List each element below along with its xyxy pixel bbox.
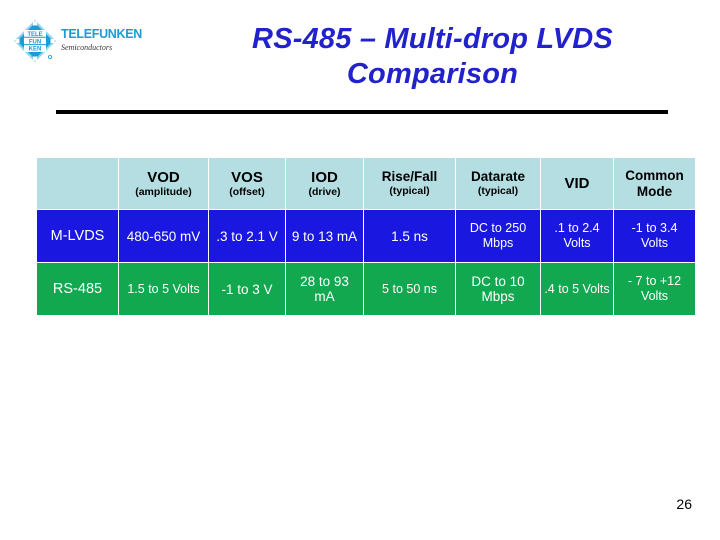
header-common-mode-title: Common Mode xyxy=(625,167,684,199)
cell-rs485-vid: .4 to 5 Volts xyxy=(540,262,614,316)
header-iod-sub: (drive) xyxy=(308,185,341,198)
title-line-2: Comparison xyxy=(346,58,519,90)
cell-mlvds-vos: .3 to 2.1 V xyxy=(208,209,286,263)
slide-canvas: TELE FUN KEN TELEFUNKEN Semiconductors R… xyxy=(0,0,720,540)
svg-text:TELE: TELE xyxy=(27,32,42,38)
cell-rs485-rise-fall: 5 to 50 ns xyxy=(363,262,456,316)
header-vod-sub: (amplitude) xyxy=(135,185,192,198)
cell-mlvds-iod: 9 to 13 mA xyxy=(285,209,364,263)
header-datarate-sub: (typical) xyxy=(477,185,519,197)
header-cell-vod: VOD (amplitude) xyxy=(118,157,209,210)
logo-tagline: Semiconductors xyxy=(61,43,113,52)
title-divider xyxy=(56,110,668,114)
header-datarate-title: Datarate xyxy=(470,169,526,184)
cell-mlvds-vod: 480-650 mV xyxy=(118,209,209,263)
comparison-table: VOD (amplitude) VOS (offset) IOD (drive)… xyxy=(36,157,696,316)
cell-mlvds-common-mode: -1 to 3.4 Volts xyxy=(613,209,696,263)
header-cell-common-mode: Common Mode xyxy=(613,157,696,210)
header-cell-rise-fall: Rise/Fall (typical) xyxy=(363,157,456,210)
cell-rs485-common-mode: - 7 to +12 Volts xyxy=(613,262,696,316)
header-iod-title: IOD xyxy=(311,168,338,186)
svg-text:FUN: FUN xyxy=(29,39,41,45)
header-cell-datarate: Datarate (typical) xyxy=(455,157,541,210)
header-vod-title: VOD xyxy=(147,168,180,186)
row-label-rs485: RS-485 xyxy=(36,262,119,316)
cell-mlvds-rise-fall: 1.5 ns xyxy=(363,209,456,263)
header-vid-title: VID xyxy=(564,175,590,192)
table-row: M-LVDS 480-650 mV .3 to 2.1 V 9 to 13 mA… xyxy=(36,209,696,263)
header-rise-fall-title: Rise/Fall xyxy=(381,169,438,184)
cell-rs485-vos: -1 to 3 V xyxy=(208,262,286,316)
page-title: RS-485 – Multi-drop LVDS Comparison xyxy=(160,22,705,92)
cell-rs485-iod: 28 to 93 mA xyxy=(285,262,364,316)
logo-wordmark: TELEFUNKEN Semiconductors xyxy=(61,28,161,53)
logo-brand-name: TELEFUNKEN xyxy=(61,27,143,41)
header-cell-iod: IOD (drive) xyxy=(285,157,364,210)
header-vos-title: VOS xyxy=(231,168,263,186)
header-cell-vid: VID xyxy=(540,157,614,210)
svg-text:KEN: KEN xyxy=(29,47,42,53)
telefunken-diamond-icon: TELE FUN KEN xyxy=(13,19,57,63)
header-vos-sub: (offset) xyxy=(229,185,265,198)
cell-mlvds-datarate: DC to 250 Mbps xyxy=(455,209,541,263)
telefunken-logo: TELE FUN KEN TELEFUNKEN Semiconductors xyxy=(13,18,163,66)
header-cell-vos: VOS (offset) xyxy=(208,157,286,210)
cell-rs485-datarate: DC to 10 Mbps xyxy=(455,262,541,316)
header-rise-fall-sub: (typical) xyxy=(389,185,430,197)
row-label-mlvds: M-LVDS xyxy=(36,209,119,263)
table-header-row: VOD (amplitude) VOS (offset) IOD (drive)… xyxy=(36,157,696,210)
table-row: RS-485 1.5 to 5 Volts -1 to 3 V 28 to 93… xyxy=(36,262,696,316)
title-line-1: RS-485 – Multi-drop LVDS xyxy=(252,23,613,55)
header-cell-blank xyxy=(36,157,119,210)
cell-mlvds-vid: .1 to 2.4 Volts xyxy=(540,209,614,263)
cell-rs485-vod: 1.5 to 5 Volts xyxy=(118,262,209,316)
page-number: 26 xyxy=(676,496,692,512)
